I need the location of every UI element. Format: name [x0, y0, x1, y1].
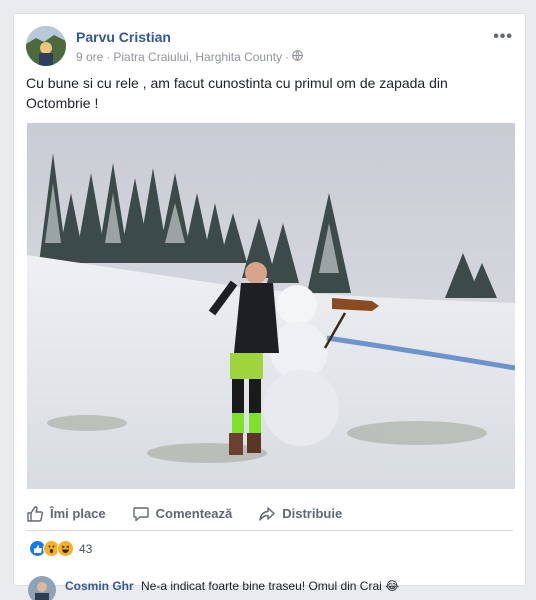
more-options-icon[interactable]: ••• — [493, 28, 513, 46]
post-header: Parvu Cristian 9 ore · Piatra Craiului, … — [26, 26, 513, 68]
post-meta: 9 ore · Piatra Craiului, Harghita County… — [76, 50, 303, 64]
haha-reaction-icon — [57, 540, 74, 557]
post-card: Parvu Cristian 9 ore · Piatra Craiului, … — [13, 13, 526, 600]
meta-separator: · — [106, 50, 111, 64]
comment-item: Cosmin Ghr Ne-a indicat foarte bine tras… — [28, 576, 513, 600]
commenter-avatar[interactable] — [28, 576, 56, 600]
author-avatar[interactable] — [26, 26, 66, 66]
author-name[interactable]: Parvu Cristian — [76, 29, 171, 45]
reaction-count[interactable]: 43 — [79, 542, 92, 556]
reactions-summary[interactable]: 43 — [29, 540, 92, 557]
comment-body: Cosmin Ghr Ne-a indicat foarte bine tras… — [65, 576, 399, 593]
globe-icon[interactable] — [292, 50, 303, 64]
actions-divider — [26, 530, 513, 531]
commenter-name[interactable]: Cosmin Ghr — [65, 579, 134, 593]
comment-label: Comentează — [155, 506, 233, 521]
thumbs-up-icon — [27, 505, 44, 522]
like-button[interactable]: Îmi place — [26, 505, 106, 523]
share-label: Distribuie — [282, 506, 343, 521]
like-label: Îmi place — [50, 506, 106, 521]
comment-icon — [132, 506, 149, 521]
post-location[interactable]: Piatra Craiului, Harghita County — [113, 50, 282, 64]
share-button[interactable]: Distribuie — [258, 505, 342, 523]
share-icon — [259, 506, 275, 521]
post-text: Cu bune si cu rele , am facut cunostinta… — [26, 75, 448, 111]
post-actions: Îmi place Comentează Distribuie — [26, 494, 513, 532]
post-time[interactable]: 9 ore — [76, 50, 103, 64]
meta-separator: · — [285, 50, 290, 64]
comment-button[interactable]: Comentează — [132, 505, 233, 523]
post-photo[interactable] — [27, 123, 515, 489]
comment-text: Ne-a indicat foarte bine traseu! Omul di… — [141, 579, 400, 593]
